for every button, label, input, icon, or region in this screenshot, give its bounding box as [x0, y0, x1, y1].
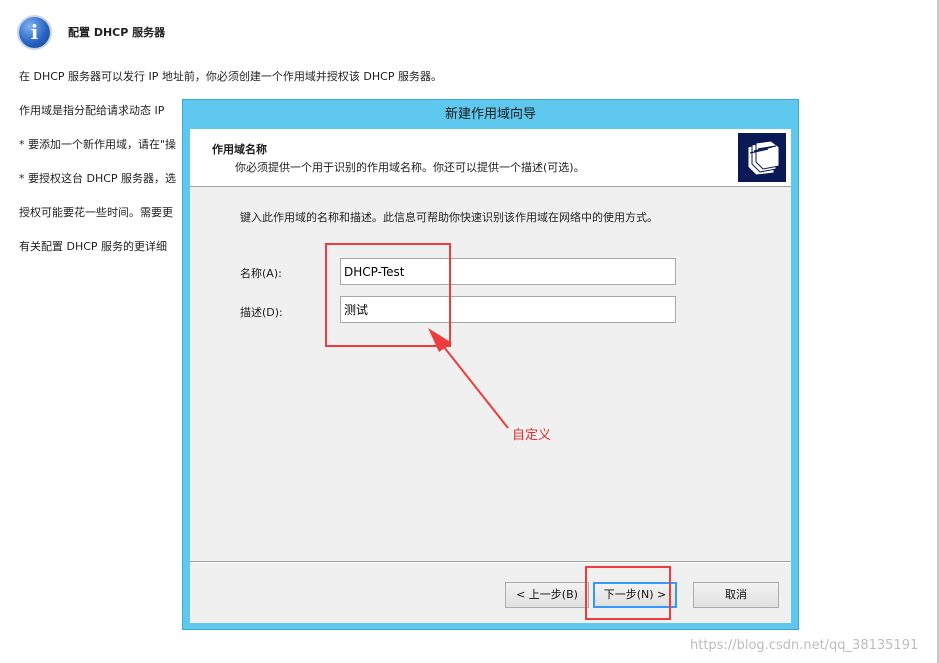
watermark: https://blog.csdn.net/qq_38135191	[690, 638, 919, 653]
annotation-arrow-icon	[428, 328, 509, 429]
annotation-label: 自定义	[512, 428, 552, 443]
